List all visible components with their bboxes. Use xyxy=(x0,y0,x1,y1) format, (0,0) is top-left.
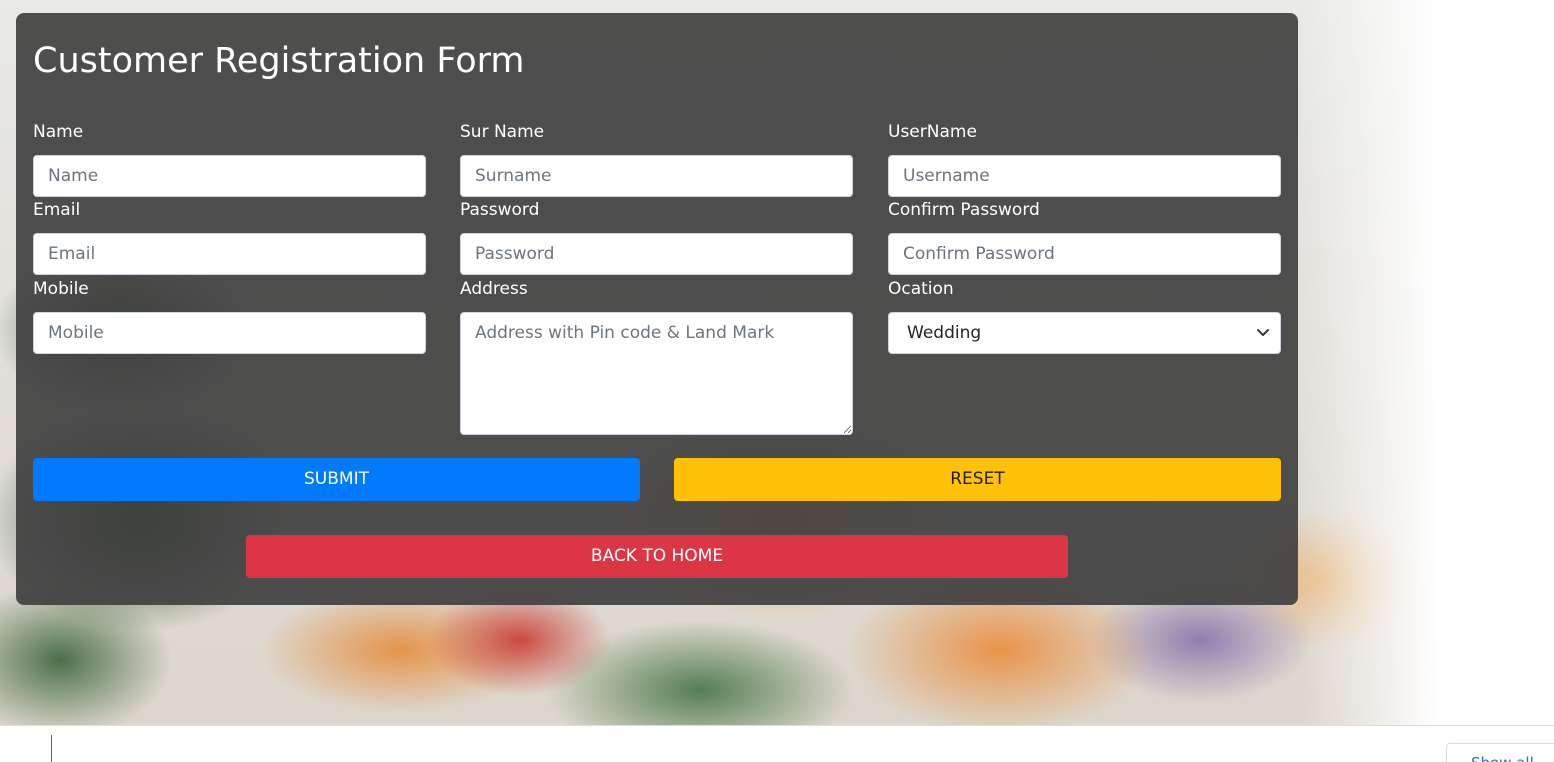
name-input[interactable] xyxy=(33,155,426,197)
name-label: Name xyxy=(33,122,84,142)
background-fade xyxy=(1300,0,1554,725)
password-input[interactable] xyxy=(460,233,853,275)
confirm-password-input[interactable] xyxy=(888,233,1281,275)
registration-form-card: Customer Registration Form Name Sur Name… xyxy=(16,13,1298,605)
mobile-input[interactable] xyxy=(33,312,426,354)
mobile-label: Mobile xyxy=(33,279,89,299)
chevron-down-icon xyxy=(1257,329,1269,336)
ocation-label: Ocation xyxy=(888,279,954,299)
email-label: Email xyxy=(33,200,81,220)
password-label: Password xyxy=(460,200,540,220)
surname-input[interactable] xyxy=(460,155,853,197)
address-textarea[interactable] xyxy=(460,312,853,435)
download-bar: Show all xyxy=(0,725,1554,762)
back-to-home-button[interactable]: BACK TO HOME xyxy=(246,535,1068,578)
surname-label: Sur Name xyxy=(460,122,545,142)
address-label: Address xyxy=(460,279,528,299)
form-title: Customer Registration Form xyxy=(33,41,525,81)
submit-button[interactable]: SUBMIT xyxy=(33,458,640,501)
ocation-selected-value: Wedding xyxy=(907,323,982,343)
download-bar-divider xyxy=(51,735,52,762)
confirm-password-label: Confirm Password xyxy=(888,200,1040,220)
page-viewport: Customer Registration Form Name Sur Name… xyxy=(0,0,1554,762)
username-input[interactable] xyxy=(888,155,1281,197)
email-input[interactable] xyxy=(33,233,426,275)
reset-button[interactable]: RESET xyxy=(674,458,1281,501)
username-label: UserName xyxy=(888,122,977,142)
show-all-button[interactable]: Show all xyxy=(1446,743,1554,762)
ocation-select[interactable]: Wedding xyxy=(888,312,1281,354)
